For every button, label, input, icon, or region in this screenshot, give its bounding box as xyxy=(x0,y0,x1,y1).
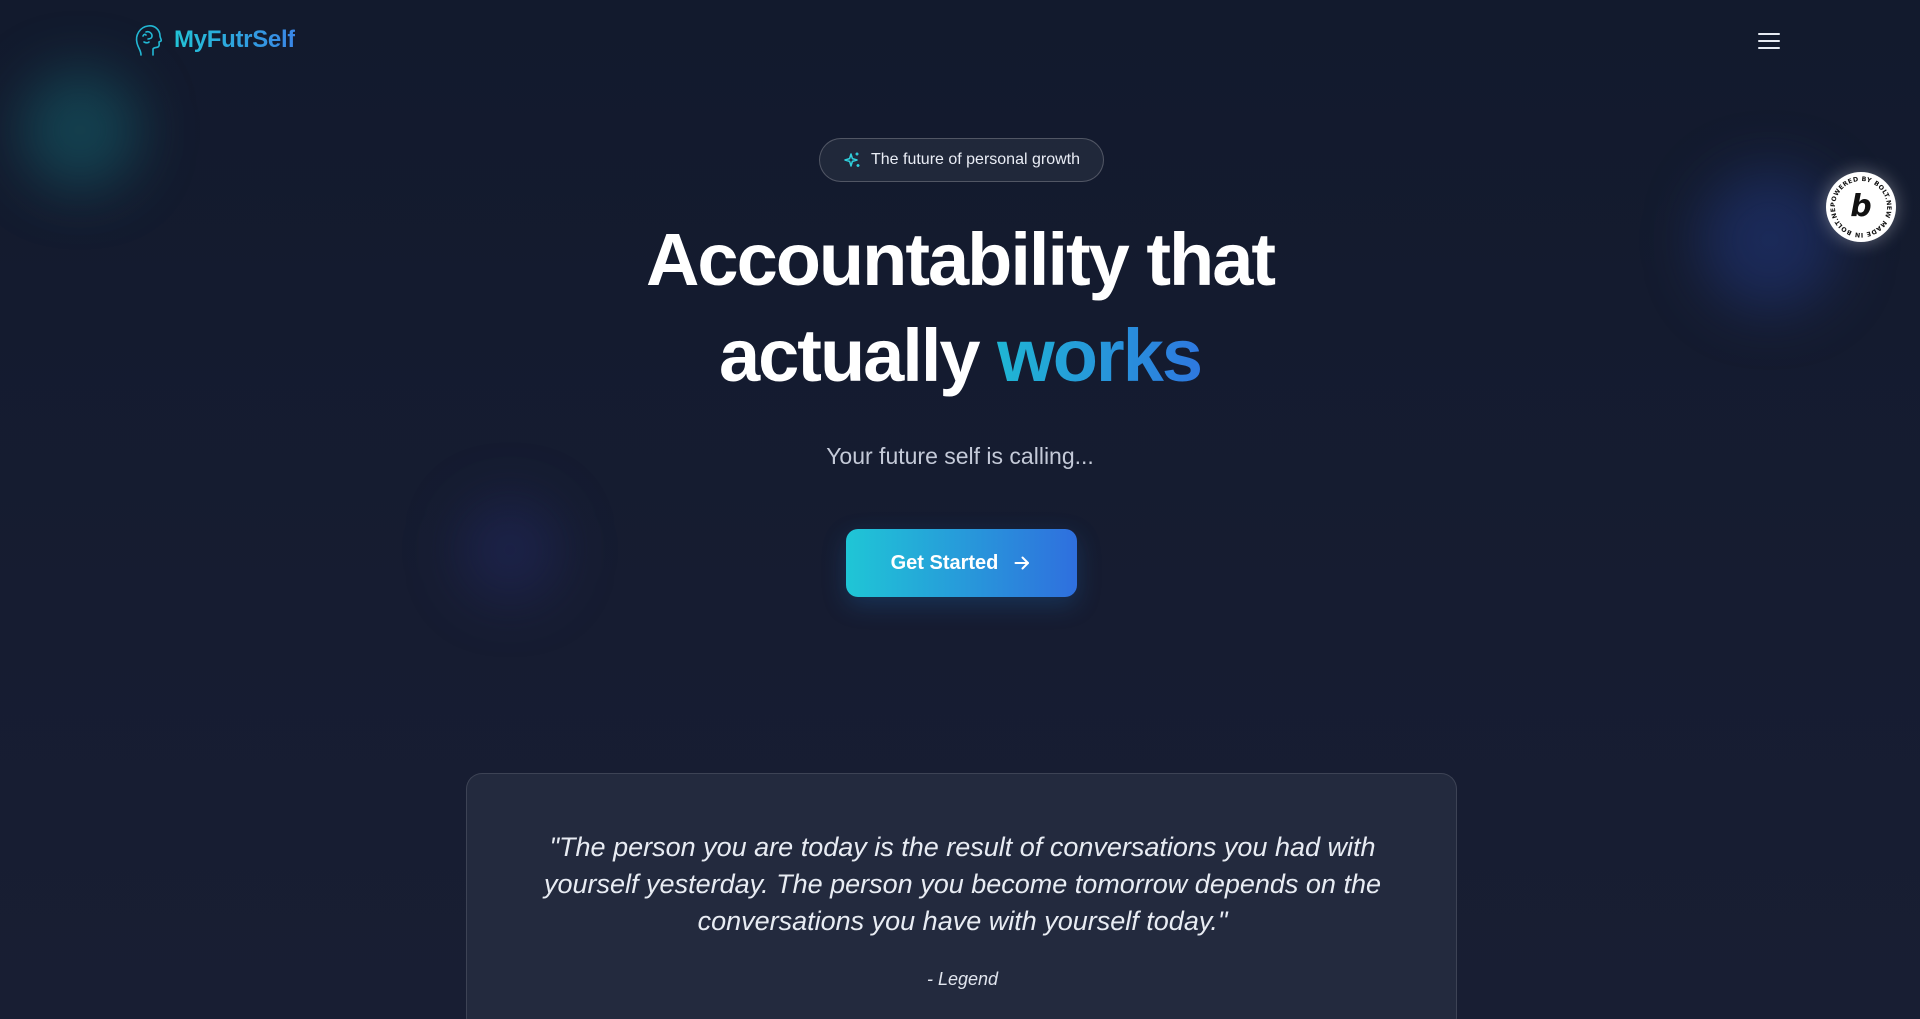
brand-logo-link[interactable]: MyFutrSelf xyxy=(132,20,295,60)
headline-line-2: actually works xyxy=(0,308,1920,404)
head-profile-icon xyxy=(135,25,163,56)
quote-author: - Legend xyxy=(926,969,999,989)
menu-bar xyxy=(1758,47,1780,49)
headline-accent-word: works xyxy=(997,314,1203,397)
menu-bar xyxy=(1758,40,1780,42)
menu-bar xyxy=(1758,33,1780,35)
quote-card: "The person you are today is the result … xyxy=(466,773,1457,1019)
site-header: MyFutrSelf xyxy=(0,0,1920,80)
background-glow xyxy=(460,500,560,600)
brand-name: MyFutrSelf xyxy=(174,26,296,53)
hamburger-menu-icon[interactable] xyxy=(1758,28,1784,54)
get-started-button[interactable]: Get Started xyxy=(846,529,1077,597)
background-glow xyxy=(20,70,140,190)
headline-line-1: Accountability that xyxy=(645,218,1276,301)
headline-prefix: actually xyxy=(718,314,981,397)
tagline-pill: The future of personal growth xyxy=(819,138,1104,182)
hero-subtitle: Your future self is calling... xyxy=(826,443,1094,469)
landing-page: MyFutrSelf POWERED BY BOLT.NEW MADE IN B… xyxy=(0,0,1920,1019)
arrow-right-icon xyxy=(1014,556,1030,570)
hero-headline: Accountability that actually works xyxy=(0,212,1920,404)
quote-text: "The person you are today is the result … xyxy=(544,832,1381,936)
get-started-label: Get Started xyxy=(890,551,999,574)
sparkles-icon xyxy=(844,152,860,167)
tagline-text: The future of personal growth xyxy=(870,151,1080,168)
